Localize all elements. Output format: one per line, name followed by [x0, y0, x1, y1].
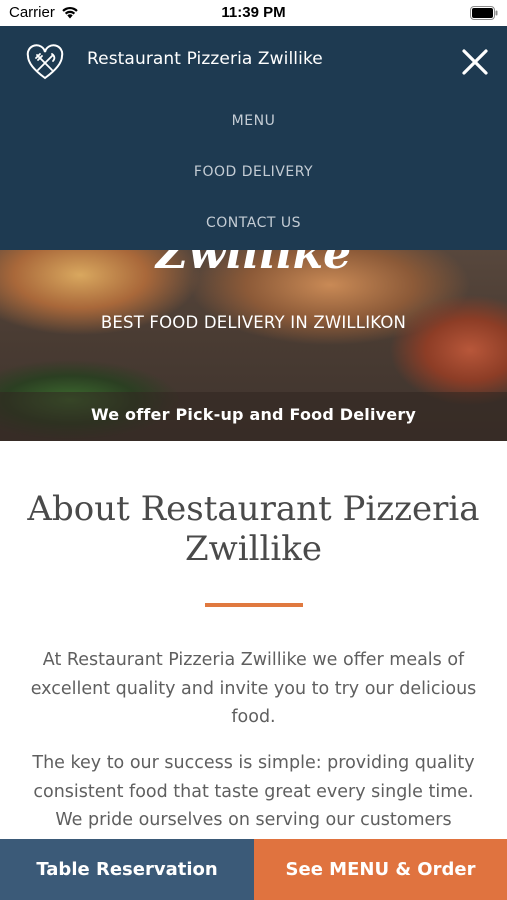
close-icon[interactable]	[461, 48, 489, 76]
nav-link-menu[interactable]: MENU	[0, 110, 507, 161]
about-heading: About Restaurant Pizzeria Zwillike	[27, 489, 480, 569]
about-divider	[205, 603, 303, 607]
nav-link-contact-us[interactable]: CONTACT US	[0, 212, 507, 263]
nav-menu-overlay: Restaurant Pizzeria Zwillike MENU FOOD D…	[0, 26, 507, 250]
table-reservation-button[interactable]: Table Reservation	[0, 839, 254, 900]
about-section: About Restaurant Pizzeria Zwillike At Re…	[0, 441, 507, 839]
hero-subtitle: BEST FOOD DELIVERY IN ZWILLIKON	[100, 313, 407, 332]
status-bar: Carrier 11:39 PM	[0, 0, 507, 26]
hero-band-text: We offer Pick-up and Food Delivery	[90, 405, 417, 424]
nav-brand-title[interactable]: Restaurant Pizzeria Zwillike	[87, 49, 323, 69]
about-paragraph-2: The key to our success is simple: provid…	[32, 753, 475, 830]
battery-icon	[470, 6, 498, 24]
nav-links: MENU FOOD DELIVERY CONTACT US	[0, 110, 507, 263]
about-paragraph-1: At Restaurant Pizzeria Zwillike we offer…	[30, 650, 477, 727]
nav-link-food-delivery[interactable]: FOOD DELIVERY	[0, 161, 507, 212]
bottom-action-bar: Table Reservation See MENU & Order	[0, 839, 507, 900]
status-time: 11:39 PM	[221, 4, 286, 21]
fork-knife-heart-icon[interactable]	[26, 44, 64, 82]
see-menu-order-button[interactable]: See MENU & Order	[254, 839, 507, 900]
